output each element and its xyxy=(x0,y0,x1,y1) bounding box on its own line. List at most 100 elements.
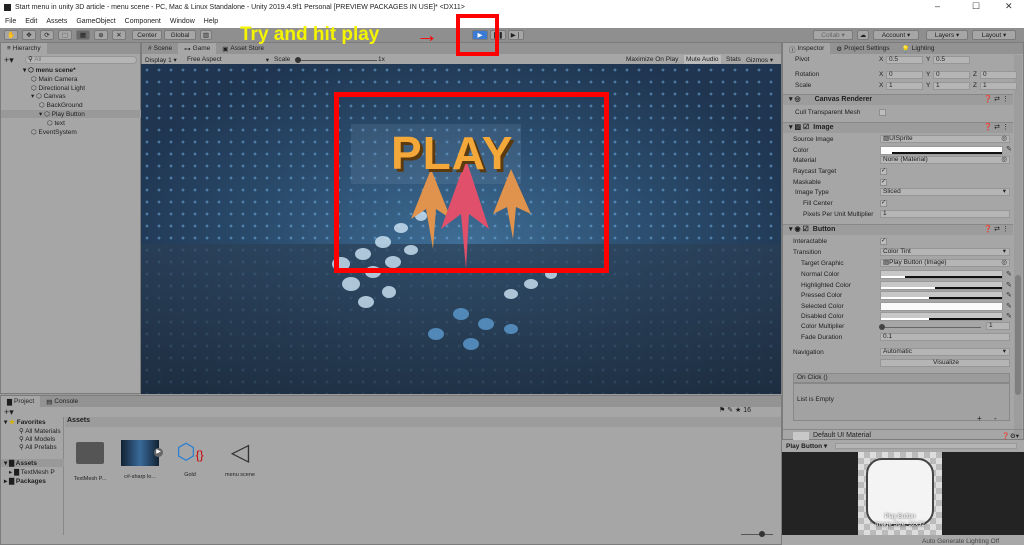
hierarchy-search-input[interactable]: ⚲ All xyxy=(25,56,137,64)
asset-item[interactable]: ⬡{} Gold xyxy=(169,438,211,482)
transition-dropdown[interactable]: Color Tint ▾ xyxy=(880,248,1010,256)
menu-assets[interactable]: Assets xyxy=(46,18,67,25)
hierarchy-item[interactable]: ⬡ BackGround xyxy=(39,101,83,109)
fav-all-models[interactable]: ⚲ All Models xyxy=(19,435,55,443)
raycast-checkbox[interactable]: ✓ xyxy=(880,168,887,175)
visualize-button[interactable]: Visualize xyxy=(880,359,1010,367)
close-button[interactable]: ✕ xyxy=(1005,1,1013,12)
packages-folder-item[interactable]: ▸ ▇ Packages xyxy=(4,477,46,485)
add-event-button[interactable]: + xyxy=(977,414,982,423)
tab-hierarchy[interactable]: ≡ Hierarchy xyxy=(1,43,47,54)
pivot-global-button[interactable]: Global xyxy=(164,30,196,40)
asset-item[interactable]: TextMesh P... xyxy=(69,438,111,482)
tab-scene[interactable]: # Scene xyxy=(142,43,178,54)
normal-color-field[interactable] xyxy=(880,270,1003,279)
mute-audio-toggle[interactable]: Mute Audio xyxy=(684,55,721,64)
move-tool-icon[interactable]: ✥ xyxy=(22,30,36,40)
hierarchy-item[interactable]: ▾ ⬡ menu scene* xyxy=(23,66,76,74)
gizmos-dropdown[interactable]: Gizmos ▾ xyxy=(746,56,773,64)
snap-icon[interactable]: ▥ xyxy=(200,30,212,40)
pivot-x-field[interactable]: 0.5 xyxy=(886,56,923,64)
component-menu-icon[interactable]: ❓ ⇄ ⋮ xyxy=(984,225,1009,233)
asset-item[interactable]: ▶ c#-sharp lo... xyxy=(119,438,163,482)
maximize-on-play-toggle[interactable]: Maximize On Play xyxy=(626,56,678,63)
component-menu-icon[interactable]: ❓ ⇄ ⋮ xyxy=(984,123,1009,131)
display-dropdown[interactable]: Display 1 ▾ xyxy=(145,56,177,64)
component-menu-icon[interactable]: ❓ ⇄ ⋮ xyxy=(984,95,1009,103)
color-multiplier-slider[interactable] xyxy=(879,324,981,330)
tab-project[interactable]: ▇ Project xyxy=(1,396,41,407)
create-button[interactable]: +▾ xyxy=(4,55,14,66)
transform-tool-icon[interactable]: ⊕ xyxy=(94,30,108,40)
ppu-field[interactable]: 1 xyxy=(880,210,1010,218)
target-graphic-field[interactable]: ▨Play Button (Image) ◎ xyxy=(880,259,1010,267)
hierarchy-item[interactable]: ⬡ Main Camera xyxy=(31,75,78,83)
maximize-button[interactable]: ☐ xyxy=(972,1,980,12)
rotation-z-field[interactable]: 0 xyxy=(980,71,1017,79)
preview-title-dropdown[interactable]: Play Button ▾ xyxy=(786,442,827,450)
material-field[interactable]: None (Material) ◎ xyxy=(880,156,1010,164)
scale-x-field[interactable]: 1 xyxy=(886,82,923,90)
scale-slider[interactable] xyxy=(295,57,377,63)
menu-gameobject[interactable]: GameObject xyxy=(76,18,115,25)
rotation-x-field[interactable]: 0 xyxy=(886,71,923,79)
pivot-y-field[interactable]: 0.5 xyxy=(933,56,970,64)
button-header[interactable]: ▾ ◉ ☑ Button ❓ ⇄ ⋮ xyxy=(783,224,1013,235)
minimize-button[interactable]: – xyxy=(935,1,940,11)
remove-event-button[interactable]: - xyxy=(994,414,997,423)
textmesh-folder-item[interactable]: ▸ ▇ TextMesh P xyxy=(9,468,55,476)
eyedropper-icon[interactable]: ✎ xyxy=(1006,312,1012,320)
disabled-color-field[interactable] xyxy=(880,312,1003,322)
color-field[interactable] xyxy=(880,146,1003,155)
rect-tool-icon[interactable]: ▦ xyxy=(76,30,90,40)
hierarchy-item[interactable]: ▾ ⬡ Play Button xyxy=(1,110,141,118)
canvas-renderer-header[interactable]: ▾ ◎ Canvas Renderer ❓ ⇄ ⋮ xyxy=(783,94,1013,105)
hierarchy-item[interactable]: ⬡ EventSystem xyxy=(31,128,77,136)
maskable-checkbox[interactable]: ✓ xyxy=(880,179,887,186)
stats-toggle[interactable]: Stats xyxy=(726,56,741,63)
step-button[interactable]: ▶❘ xyxy=(508,30,524,40)
scale-z-field[interactable]: 1 xyxy=(980,82,1017,90)
tab-lighting[interactable]: 💡 Lighting xyxy=(896,43,941,54)
cloud-icon[interactable]: ☁ xyxy=(857,30,869,40)
collab-button[interactable]: Collab ▾ xyxy=(813,30,853,40)
eyedropper-icon[interactable]: ✎ xyxy=(1006,291,1012,299)
interactable-checkbox[interactable]: ✓ xyxy=(880,238,887,245)
source-image-field[interactable]: ▨UISprite ◎ xyxy=(880,135,1010,143)
rotation-y-field[interactable]: 0 xyxy=(933,71,970,79)
favorites-item[interactable]: ▾ ★ Favorites xyxy=(4,418,46,426)
aspect-dropdown[interactable]: Free Aspect ▾ xyxy=(187,56,269,64)
tab-game[interactable]: ⊶ Game xyxy=(178,43,217,54)
image-type-dropdown[interactable]: Sliced ▾ xyxy=(880,188,1010,196)
image-header[interactable]: ▾ ▨ ☑ Image ❓ ⇄ ⋮ xyxy=(783,122,1013,133)
pressed-color-field[interactable] xyxy=(880,291,1003,301)
highlighted-color-field[interactable] xyxy=(880,280,1003,290)
eyedropper-icon[interactable]: ✎ xyxy=(1006,270,1012,278)
layers-dropdown[interactable]: Layers ▾ xyxy=(926,30,968,40)
menu-help[interactable]: Help xyxy=(204,18,218,25)
menu-component[interactable]: Component xyxy=(125,18,161,25)
assets-folder-item[interactable]: ▾ ▇ Assets xyxy=(1,459,64,467)
layout-dropdown[interactable]: Layout ▾ xyxy=(972,30,1016,40)
account-dropdown[interactable]: Account ▾ xyxy=(873,30,919,40)
inspector-scrollbar[interactable] xyxy=(1014,55,1022,439)
navigation-dropdown[interactable]: Automatic ▾ xyxy=(880,348,1010,356)
fav-all-prefabs[interactable]: ⚲ All Prefabs xyxy=(19,443,57,451)
tab-project-settings[interactable]: ⚙ Project Settings xyxy=(830,43,895,54)
pivot-center-button[interactable]: Center xyxy=(132,30,162,40)
cull-checkbox[interactable] xyxy=(879,109,886,116)
scale-tool-icon[interactable]: ⬚ xyxy=(58,30,72,40)
fade-duration-field[interactable]: 0.1 xyxy=(880,333,1010,341)
menu-edit[interactable]: Edit xyxy=(25,18,37,25)
fill-center-checkbox[interactable]: ✓ xyxy=(880,200,887,207)
project-filter-icons[interactable]: ⚑ ✎ ★ 16 xyxy=(719,406,751,414)
tab-inspector[interactable]: ⓘ Inspector xyxy=(783,43,831,54)
icon-size-slider[interactable] xyxy=(741,531,773,537)
eyedropper-icon[interactable]: ✎ xyxy=(1006,145,1012,153)
menu-window[interactable]: Window xyxy=(170,18,195,25)
eyedropper-icon[interactable]: ✎ xyxy=(1006,302,1012,310)
hierarchy-item[interactable]: ⬡ text xyxy=(47,119,65,127)
scale-y-field[interactable]: 1 xyxy=(933,82,970,90)
tab-console[interactable]: ▤ Console xyxy=(40,396,84,407)
selected-color-field[interactable] xyxy=(880,301,1003,311)
